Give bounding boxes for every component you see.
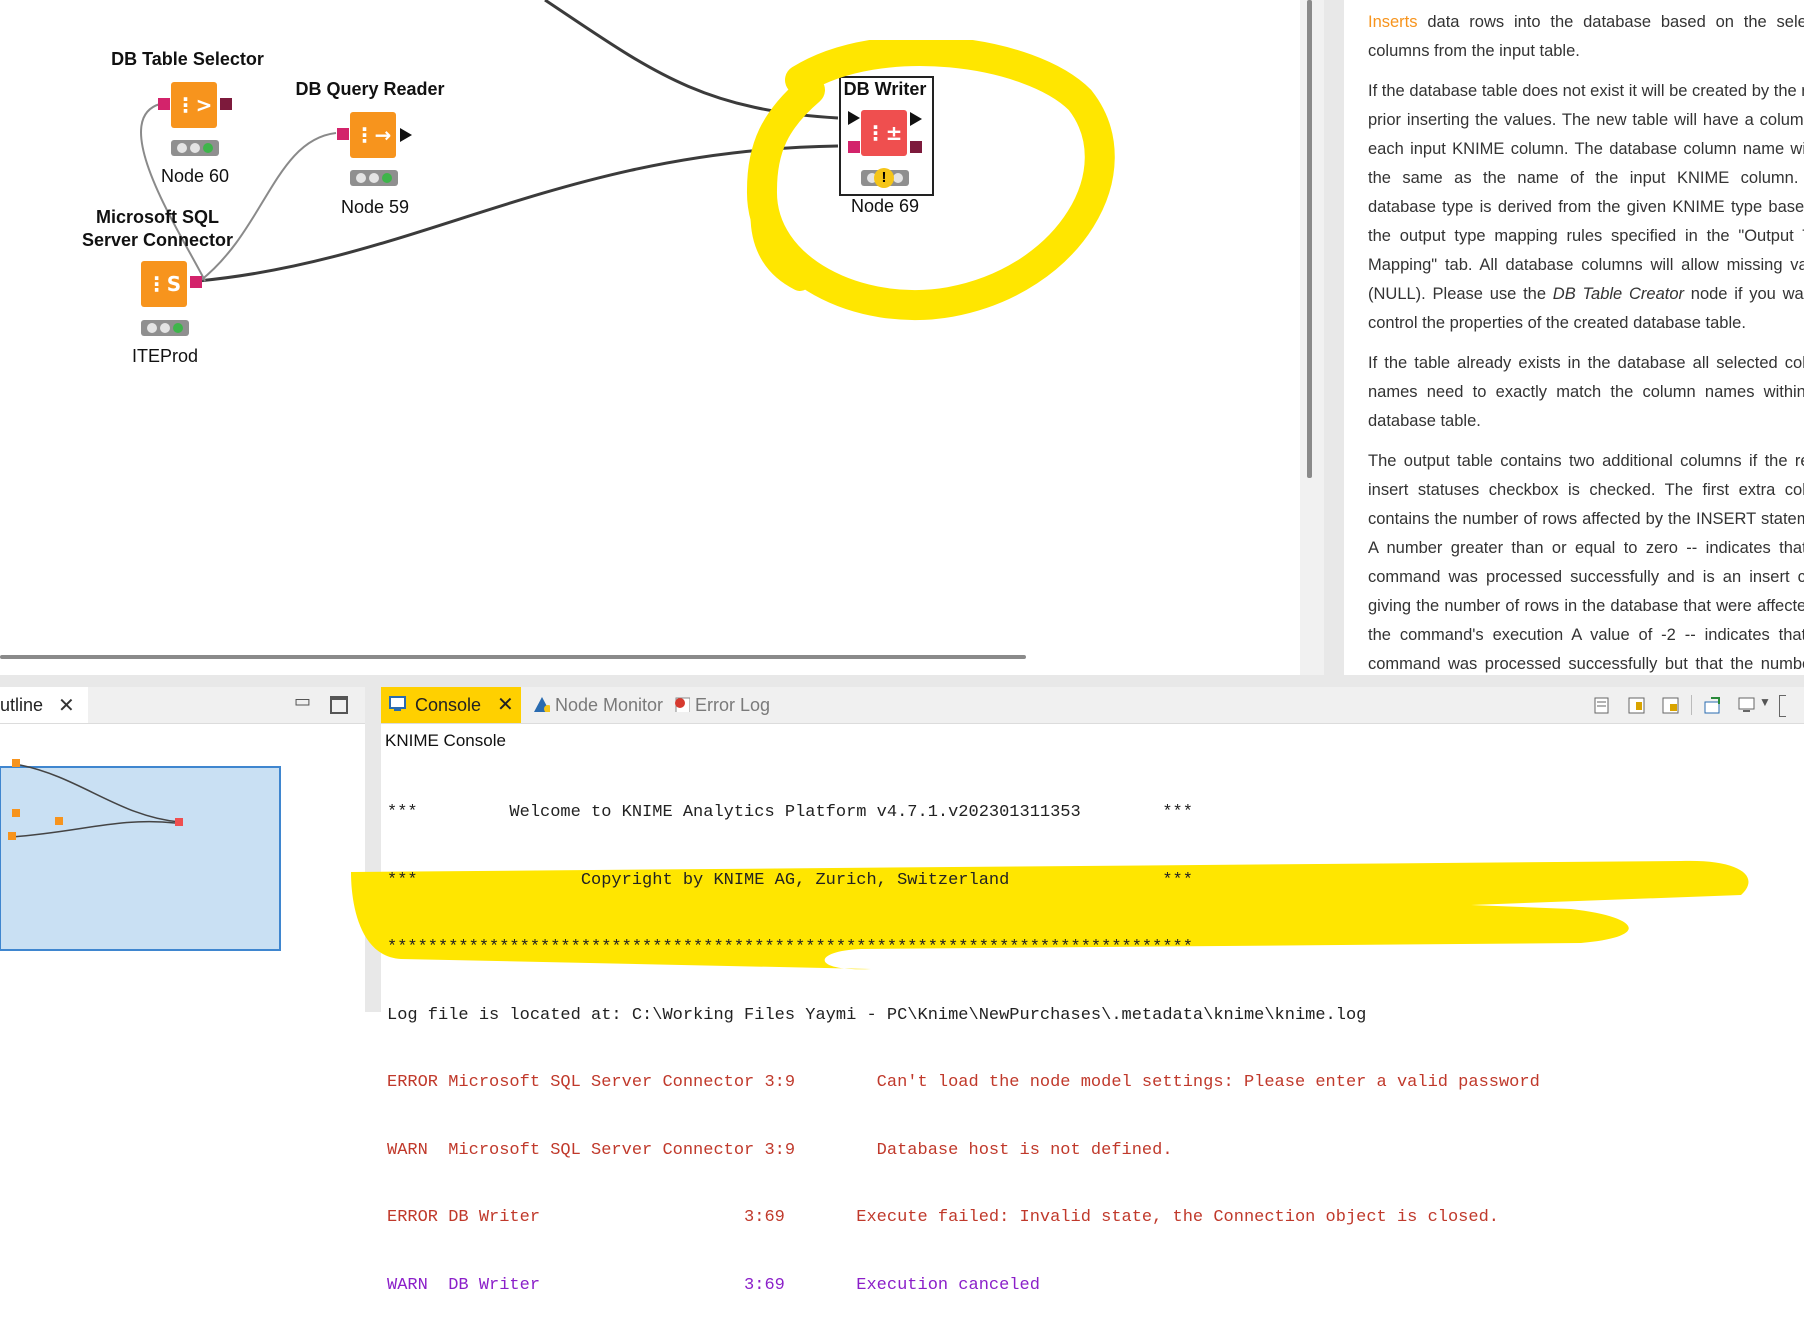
node-monitor-icon: [534, 697, 550, 712]
description-paragraph: The output table contains two additional…: [1368, 452, 1804, 673]
ms-sql-connector-node[interactable]: ⋮S: [141, 261, 187, 307]
node-title-db-query-reader[interactable]: DB Query Reader: [290, 78, 450, 101]
node-title-line: Server Connector: [81, 230, 234, 250]
status-traffic-light: [141, 320, 189, 336]
clear-console-icon[interactable]: [1593, 696, 1613, 714]
tab-console[interactable]: Console ✕: [381, 687, 521, 723]
canvas-margin: [1300, 0, 1324, 675]
workflow-canvas[interactable]: DB Table Selector ⋮> Node 60 DB Query Re…: [0, 0, 1300, 675]
tab-outline-label: utline: [0, 695, 44, 715]
close-icon[interactable]: ✕: [58, 693, 75, 718]
display-console-icon[interactable]: [1737, 696, 1757, 714]
input-port[interactable]: [158, 98, 170, 110]
input-port[interactable]: [337, 128, 349, 140]
node-label-59[interactable]: Node 59: [330, 197, 420, 218]
minimize-icon[interactable]: ▭: [294, 691, 311, 712]
console-warn-line: WARN DB Writer 3:69 Execution canceled: [387, 1275, 1040, 1295]
tab-node-monitor-label: Node Monitor: [555, 695, 664, 715]
console-warn-line: WARN Microsoft SQL Server Connector 3:9 …: [387, 1140, 1173, 1160]
node-label-60[interactable]: Node 60: [150, 166, 240, 187]
tab-error-log-label: Error Log: [695, 695, 771, 715]
console-icon: [389, 696, 406, 711]
chevron-down-icon[interactable]: ▼: [1759, 695, 1771, 709]
console-panel: Console ✕ Node Monitor Error Log ▼ KNIME…: [351, 687, 1804, 1295]
output-port[interactable]: [190, 276, 202, 288]
console-error-line: ERROR Microsoft SQL Server Connector 3:9…: [387, 1073, 1540, 1092]
node-description-panel: Inserts data rows into the database base…: [1344, 0, 1804, 675]
description-link[interactable]: Inserts: [1368, 13, 1418, 31]
console-line: *** Copyright by KNIME AG, Zurich, Switz…: [387, 870, 1193, 890]
description-paragraph: If the table already exists in the datab…: [1368, 354, 1804, 430]
canvas-vertical-scrollbar[interactable]: [1307, 0, 1312, 478]
word-wrap-icon[interactable]: [1661, 696, 1681, 714]
status-traffic-light: [171, 140, 219, 156]
console-error-line: ERROR DB Writer 3:69 Execute failed: Inv…: [387, 1208, 1499, 1227]
panel-sash[interactable]: [1324, 0, 1344, 675]
output-port[interactable]: [220, 98, 232, 110]
description-node-ref: DB Table Creator: [1552, 285, 1685, 303]
status-traffic-light: [350, 170, 398, 186]
output-port[interactable]: [400, 128, 412, 142]
console-output[interactable]: *** Welcome to KNIME Analytics Platform …: [387, 757, 1540, 1342]
db-selector-icon: ⋮>: [175, 93, 213, 117]
description-sentence: If the database table does not exist it …: [1368, 82, 1804, 303]
canvas-horizontal-scrollbar[interactable]: [0, 655, 1026, 659]
pin-console-icon[interactable]: [1703, 696, 1723, 714]
outline-panel: utline ✕ ▭: [0, 687, 365, 1012]
tab-outline[interactable]: utline ✕: [0, 687, 88, 723]
db-connector-icon: ⋮S: [146, 272, 182, 296]
db-reader-icon: ⋮→: [354, 123, 392, 147]
maximize-icon[interactable]: [330, 696, 348, 714]
console-line: *** Welcome to KNIME Analytics Platform …: [387, 803, 1193, 822]
console-line: ****************************************…: [387, 938, 1193, 957]
outline-header: utline ✕ ▭: [0, 687, 365, 724]
db-table-selector-node[interactable]: ⋮>: [171, 82, 217, 128]
tab-console-label: Console: [415, 695, 482, 715]
console-title: KNIME Console: [385, 731, 506, 750]
node-title-db-table-selector[interactable]: DB Table Selector: [110, 48, 265, 71]
node-title-line: Microsoft SQL: [95, 207, 219, 227]
node-label-iteprod[interactable]: ITEProd: [120, 346, 210, 367]
error-log-icon: [675, 697, 690, 712]
view-menu-icon[interactable]: [1779, 695, 1786, 717]
toolbar-separator: [1691, 695, 1692, 715]
db-query-reader-node[interactable]: ⋮→: [350, 112, 396, 158]
panel-sash[interactable]: [0, 675, 1804, 687]
description-text: Inserts data rows into the database base…: [1368, 8, 1804, 675]
tab-node-monitor[interactable]: Node Monitor: [529, 687, 669, 723]
node-title-ms-sql-connector[interactable]: Microsoft SQL Server Connector: [70, 206, 245, 252]
description-sentence: data rows into the database based on the…: [1368, 13, 1804, 60]
highlight-annotation: [746, 40, 1115, 321]
outline-minimap[interactable]: [0, 747, 290, 997]
tab-error-log[interactable]: Error Log: [673, 687, 783, 723]
close-icon[interactable]: ✕: [497, 687, 514, 723]
scroll-lock-icon[interactable]: [1627, 696, 1647, 714]
console-header: Console ✕ Node Monitor Error Log ▼: [381, 687, 1804, 724]
console-line: Log file is located at: C:\Working Files…: [387, 1005, 1367, 1025]
connection-line: [140, 103, 206, 282]
